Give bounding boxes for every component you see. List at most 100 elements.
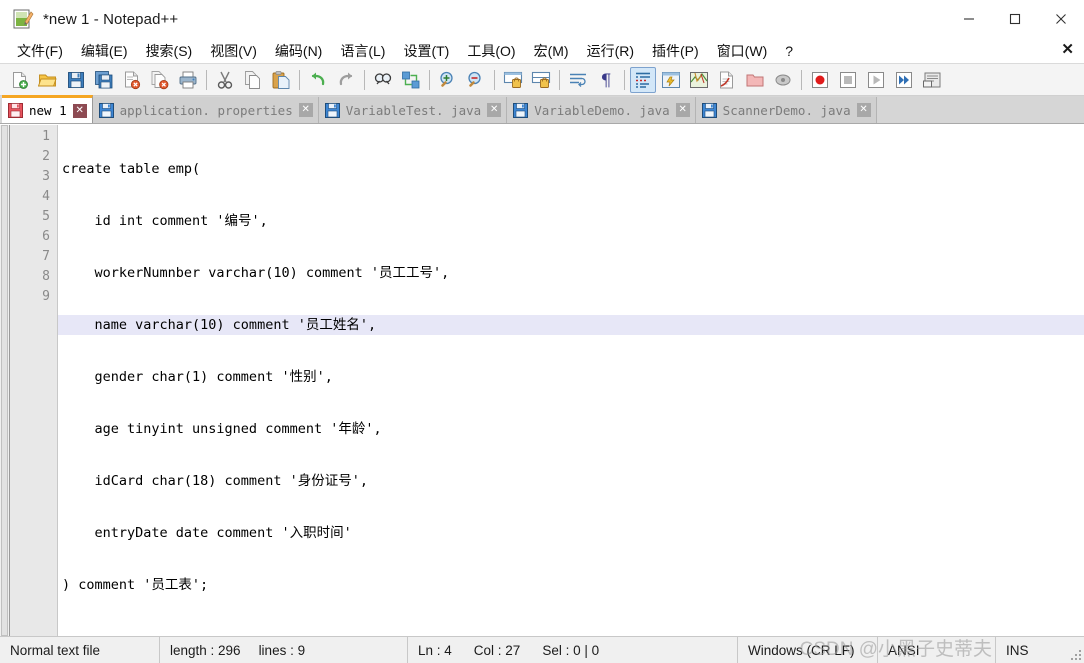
- code-text-area[interactable]: create table emp( id int comment '编号', w…: [58, 125, 1084, 636]
- code-line[interactable]: idCard char(18) comment '身份证号',: [58, 471, 1084, 491]
- tab-close-button[interactable]: ✕: [675, 103, 690, 117]
- close-file-icon[interactable]: [119, 67, 145, 93]
- replace-icon[interactable]: [398, 67, 424, 93]
- saved-file-icon: [701, 102, 717, 118]
- line-number: 3: [42, 169, 50, 184]
- saved-file-icon: [324, 102, 340, 118]
- code-line[interactable]: ) comment '员工表';: [58, 575, 1084, 595]
- status-encoding[interactable]: ANSI: [878, 636, 996, 663]
- code-line[interactable]: gender char(1) comment '性别',: [58, 367, 1084, 387]
- window-title: *new 1 - Notepad++: [43, 10, 179, 28]
- monitoring-icon[interactable]: [770, 67, 796, 93]
- menu-view[interactable]: 视图(V): [201, 39, 266, 63]
- word-wrap-icon[interactable]: [565, 67, 591, 93]
- close-window-button[interactable]: [1038, 0, 1084, 38]
- function-list-icon[interactable]: [714, 67, 740, 93]
- status-lines: lines : 9: [258, 642, 306, 658]
- run-icon[interactable]: [919, 67, 945, 93]
- find-icon[interactable]: [370, 67, 396, 93]
- sync-vertical-scroll-icon[interactable]: [500, 67, 526, 93]
- cut-icon[interactable]: [212, 67, 238, 93]
- tab-variabledemo-java[interactable]: VariableDemo. java ✕: [507, 97, 696, 123]
- svg-text:¶: ¶: [601, 71, 612, 90]
- tab-variabletest-java[interactable]: VariableTest. java ✕: [318, 97, 508, 123]
- run-macro-multiple-icon[interactable]: [891, 67, 917, 93]
- vertical-scrollbar[interactable]: [0, 125, 10, 636]
- status-col: Col : 27: [473, 642, 521, 658]
- stop-recording-icon[interactable]: [835, 67, 861, 93]
- menu-bar: 文件(F) 编辑(E) 搜索(S) 视图(V) 编码(N) 语言(L) 设置(T…: [0, 38, 1084, 64]
- save-icon[interactable]: [63, 67, 89, 93]
- toolbar: ¶: [0, 64, 1084, 96]
- indent-guide-icon[interactable]: [630, 66, 656, 93]
- folder-as-workspace-icon[interactable]: [742, 67, 768, 93]
- zoom-out-icon[interactable]: [463, 67, 489, 93]
- menu-file[interactable]: 文件(F): [8, 39, 72, 63]
- save-all-icon[interactable]: [91, 67, 117, 93]
- tab-label: ScannerDemo. java: [722, 102, 851, 118]
- toolbar-separator: [559, 69, 560, 90]
- menu-encoding[interactable]: 编码(N): [266, 39, 331, 63]
- resize-grip[interactable]: [1069, 648, 1081, 660]
- toolbar-separator: [429, 69, 430, 90]
- code-line[interactable]: workerNumnber varchar(10) comment '员工工号'…: [58, 263, 1084, 283]
- tab-close-button[interactable]: ✕: [856, 103, 871, 117]
- play-macro-icon[interactable]: [863, 67, 889, 93]
- open-file-icon[interactable]: [35, 67, 61, 93]
- user-defined-dialog-icon[interactable]: [658, 67, 684, 93]
- scrollbar-thumb[interactable]: [1, 125, 8, 636]
- code-line[interactable]: create table emp(: [58, 159, 1084, 179]
- code-line-current[interactable]: name varchar(10) comment '员工姓名',: [58, 315, 1084, 335]
- menu-edit[interactable]: 编辑(E): [72, 39, 137, 63]
- tab-new-1[interactable]: new 1 ✕: [2, 95, 93, 123]
- show-all-characters-icon[interactable]: ¶: [593, 67, 619, 93]
- tab-bar: new 1 ✕ application. properties ✕ Variab…: [0, 95, 1084, 124]
- tab-scannerdemo-java[interactable]: ScannerDemo. java ✕: [695, 97, 877, 123]
- tab-close-button[interactable]: ✕: [72, 103, 87, 118]
- sync-horizontal-scroll-icon[interactable]: [528, 67, 554, 93]
- new-file-icon[interactable]: [7, 67, 33, 93]
- menu-macro[interactable]: 宏(M): [525, 39, 578, 63]
- tab-application-properties[interactable]: application. properties ✕: [92, 97, 319, 123]
- copy-icon[interactable]: [240, 67, 266, 93]
- close-document-button[interactable]: ✕: [1061, 41, 1074, 59]
- unsaved-file-icon: [8, 103, 23, 118]
- document-map-icon[interactable]: [686, 67, 712, 93]
- code-line[interactable]: entryDate date comment '入职时间': [58, 523, 1084, 543]
- menu-settings[interactable]: 设置(T): [394, 39, 458, 63]
- minimize-button[interactable]: [946, 0, 992, 38]
- code-line[interactable]: id int comment '编号',: [58, 211, 1084, 231]
- status-bar: Normal text file length : 296 lines : 9 …: [0, 636, 1084, 663]
- undo-icon[interactable]: [305, 67, 331, 93]
- line-number: 6: [42, 229, 50, 244]
- menu-tools[interactable]: 工具(O): [458, 39, 524, 63]
- menu-window[interactable]: 窗口(W): [708, 39, 777, 63]
- close-all-files-icon[interactable]: [147, 67, 173, 93]
- code-line[interactable]: age tinyint unsigned comment '年龄',: [58, 419, 1084, 439]
- menu-plugins[interactable]: 插件(P): [643, 39, 708, 63]
- redo-icon[interactable]: [333, 67, 359, 93]
- tab-close-button[interactable]: ✕: [298, 103, 313, 117]
- line-number: 8: [42, 269, 50, 284]
- paste-icon[interactable]: [268, 67, 294, 93]
- title-bar: *new 1 - Notepad++: [0, 0, 1084, 38]
- maximize-button[interactable]: [992, 0, 1038, 38]
- toolbar-separator: [299, 69, 300, 90]
- saved-file-icon: [513, 102, 529, 118]
- line-number: 7: [42, 249, 50, 264]
- status-ln: Ln : 4: [418, 642, 452, 658]
- menu-language[interactable]: 语言(L): [331, 39, 394, 63]
- status-insert-mode[interactable]: INS: [996, 637, 1039, 663]
- zoom-in-icon[interactable]: [435, 67, 461, 93]
- window-controls: [946, 0, 1084, 38]
- print-icon[interactable]: [175, 67, 201, 93]
- tab-label: VariableTest. java: [345, 102, 482, 118]
- status-sel: Sel : 0 | 0: [542, 642, 600, 658]
- menu-run[interactable]: 运行(R): [578, 39, 643, 63]
- status-eol-format[interactable]: Windows (CR LF): [738, 636, 878, 663]
- tab-close-button[interactable]: ✕: [487, 103, 502, 117]
- menu-search[interactable]: 搜索(S): [137, 39, 202, 63]
- record-macro-icon[interactable]: [807, 67, 833, 93]
- editor-area: 1 2 3 4 5 6 7 8 9 create table emp( id i…: [0, 124, 1084, 636]
- menu-help[interactable]: ?: [776, 39, 802, 63]
